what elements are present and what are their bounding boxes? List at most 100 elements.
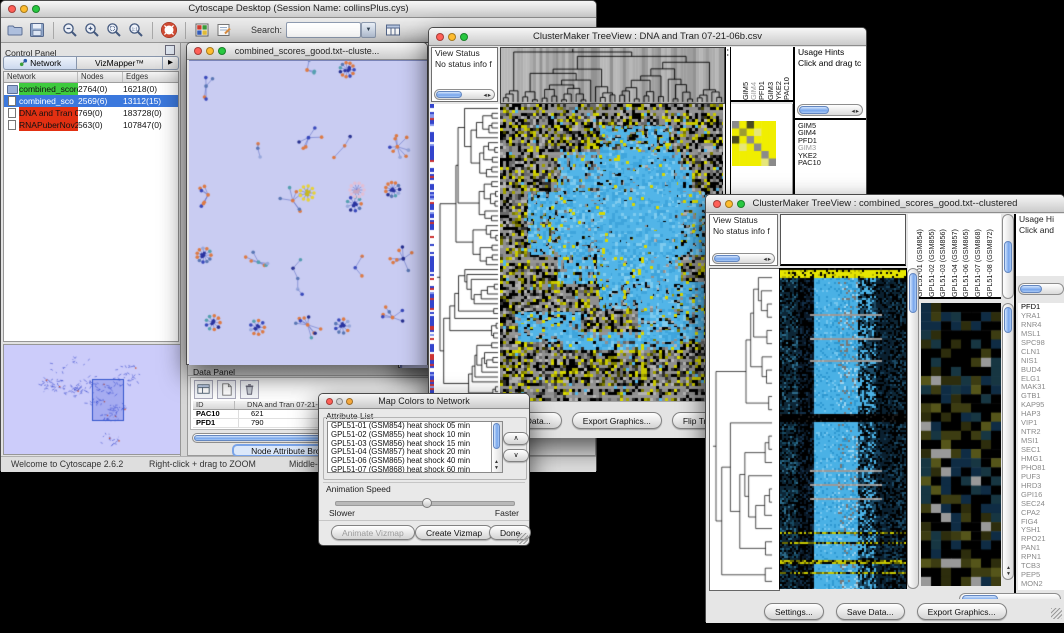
tab-vizmapper[interactable]: VizMapper™: [77, 56, 163, 70]
treeview-combined-titlebar[interactable]: ClusterMaker TreeView : combined_scores_…: [706, 195, 1064, 213]
treeview-action-button[interactable]: Save Data...: [836, 603, 905, 620]
combined-zoom-heatmap[interactable]: [921, 303, 1001, 586]
scroll-thumb[interactable]: [799, 106, 829, 114]
minimize-button[interactable]: [20, 5, 28, 13]
window-controls[interactable]: [8, 5, 40, 13]
network-canvas[interactable]: [189, 60, 427, 365]
scroll-arrows[interactable]: ◂▸: [851, 107, 860, 116]
scroll-thumb[interactable]: [714, 255, 740, 262]
close-button[interactable]: [326, 398, 333, 405]
combined-column-label[interactable]: GPL51-04 (GSM857): [949, 216, 961, 297]
animation-speed-slider[interactable]: [335, 501, 515, 506]
slider-thumb[interactable]: [422, 498, 432, 508]
dna-column-label[interactable]: GIM5: [742, 50, 750, 100]
usage-hints-scrollbar[interactable]: [1018, 283, 1064, 295]
search-input[interactable]: [286, 22, 361, 38]
network-titlebar[interactable]: combined_scores_good.txt--cluste...: [187, 43, 427, 60]
dna-column-label[interactable]: PAC10: [783, 50, 791, 100]
scroll-arrows[interactable]: ◂▸: [763, 255, 772, 264]
vizmapper-palette-icon[interactable]: [193, 21, 211, 39]
new-attribute-icon[interactable]: [217, 380, 236, 399]
zoom-fit-icon[interactable]: 1:1: [127, 21, 145, 39]
scroll-thumb[interactable]: [1020, 285, 1042, 293]
combined-column-label[interactable]: GPL51-07 (GSM868): [972, 216, 984, 297]
save-icon[interactable]: [28, 21, 46, 39]
network-table-row[interactable]: combined_scores 2764(0) 16218(0): [4, 83, 178, 95]
attribute-listbox[interactable]: GPL51-01 (GSM854) heat shock 05 minGPL51…: [327, 421, 503, 473]
open-file-icon[interactable]: [6, 21, 24, 39]
minimize-button[interactable]: [448, 33, 456, 41]
treeview-action-button[interactable]: Settings...: [764, 603, 824, 620]
zoom-button[interactable]: [737, 200, 745, 208]
view-status-scrollbar[interactable]: ◂▸: [434, 89, 495, 100]
dna-column-label[interactable]: PFD1: [758, 50, 766, 100]
delete-attribute-trash-icon[interactable]: [240, 380, 259, 399]
zoom-selected-icon[interactable]: [105, 21, 123, 39]
combined-column-label[interactable]: GPL51-03 (GSM856): [937, 216, 949, 297]
zoom-in-icon[interactable]: [83, 21, 101, 39]
network-table-row[interactable]: DNA and Tran 07 769(0) 183728(0): [4, 107, 178, 119]
tab-network[interactable]: Network: [3, 56, 77, 70]
minimize-button[interactable]: [725, 200, 733, 208]
close-button[interactable]: [436, 33, 444, 41]
scroll-arrows[interactable]: ▲▼: [494, 460, 499, 471]
scroll-thumb[interactable]: [1004, 307, 1012, 333]
attribute-item[interactable]: GPL51-04 (GSM857) heat shock 20 min: [328, 448, 502, 457]
dna-column-label[interactable]: YKE2: [775, 50, 783, 100]
dna-column-dendrogram[interactable]: [500, 47, 725, 104]
zoom-vscrollbar[interactable]: ▲▼: [1002, 303, 1014, 580]
global-heatmap-vscrollbar[interactable]: [907, 268, 919, 589]
resize-grip[interactable]: [1051, 608, 1062, 619]
dialog-titlebar[interactable]: Map Colors to Network: [319, 394, 529, 409]
dna-zoom-heatmap[interactable]: [732, 121, 776, 166]
close-button[interactable]: [194, 47, 202, 55]
network-overview-panel[interactable]: [3, 344, 181, 455]
dna-row-label[interactable]: PAC10: [798, 159, 821, 166]
zoom-button[interactable]: [346, 398, 353, 405]
network-table-row[interactable]: RNAPuberNov2+| 563(0) 107847(0): [4, 119, 178, 131]
animate-vizmap-button[interactable]: Animate Vizmap: [331, 525, 415, 540]
attribute-list-vscrollbar[interactable]: ▲▼: [491, 422, 502, 472]
create-vizmap-button[interactable]: Create Vizmap: [415, 525, 493, 540]
dna-column-label[interactable]: GIM3: [767, 50, 775, 100]
close-button[interactable]: [8, 5, 16, 13]
resize-grip[interactable]: [517, 533, 528, 544]
attribute-down-button[interactable]: ∨: [503, 449, 529, 462]
minimize-button[interactable]: [336, 398, 343, 405]
scroll-arrows[interactable]: ◂▸: [483, 91, 492, 100]
main-titlebar[interactable]: Cytoscape Desktop (Session Name: collins…: [1, 1, 596, 18]
combined-column-label[interactable]: GPL51-02 (GSM855): [926, 216, 938, 297]
tab-overflow-button[interactable]: ▶: [163, 56, 179, 70]
minimize-button[interactable]: [206, 47, 214, 55]
attribute-item[interactable]: GPL51-07 (GSM868) heat shock 60 min: [328, 466, 502, 473]
float-panel-icon[interactable]: [165, 45, 175, 55]
treeview-dna-titlebar[interactable]: ClusterMaker TreeView : DNA and Tran 07-…: [429, 28, 866, 46]
help-lifebuoy-icon[interactable]: [160, 21, 178, 39]
attribute-item[interactable]: GPL51-01 (GSM854) heat shock 05 min: [328, 422, 502, 431]
zoom-button[interactable]: [32, 5, 40, 13]
attribute-item[interactable]: GPL51-03 (GSM856) heat shock 15 min: [328, 440, 502, 449]
scroll-thumb[interactable]: [493, 423, 500, 449]
usage-hints-scrollbar[interactable]: ◂▸: [797, 104, 863, 116]
network-table-header[interactable]: Network Nodes Edges: [4, 72, 178, 83]
combined-row-dendrogram[interactable]: [709, 268, 780, 591]
scroll-thumb[interactable]: [436, 91, 462, 98]
treeview-action-button[interactable]: Export Graphics...: [572, 412, 662, 429]
zoom-button[interactable]: [218, 47, 226, 55]
search-dropdown-button[interactable]: ▼: [361, 22, 376, 38]
treeview-action-button[interactable]: Export Graphics...: [917, 603, 1007, 620]
dna-heatmap[interactable]: [500, 104, 723, 401]
attribute-item[interactable]: GPL51-06 (GSM865) heat shock 40 min: [328, 457, 502, 466]
attribute-table-icon[interactable]: [384, 21, 402, 39]
network-overview-canvas[interactable]: [4, 345, 180, 454]
view-status-scrollbar[interactable]: ◂▸: [712, 253, 775, 264]
attribute-up-button[interactable]: ∧: [503, 432, 529, 445]
network-table-row[interactable]: combined_sco 2569(6) 13112(15): [4, 95, 178, 107]
attribute-select-icon[interactable]: [194, 380, 213, 399]
close-button[interactable]: [713, 200, 721, 208]
zoom-out-icon[interactable]: [61, 21, 79, 39]
attribute-item[interactable]: GPL51-02 (GSM855) heat shock 10 min: [328, 431, 502, 440]
scroll-thumb[interactable]: [1004, 241, 1012, 273]
gene-label[interactable]: MON2: [1018, 580, 1064, 589]
combined-global-heatmap[interactable]: [780, 268, 906, 589]
